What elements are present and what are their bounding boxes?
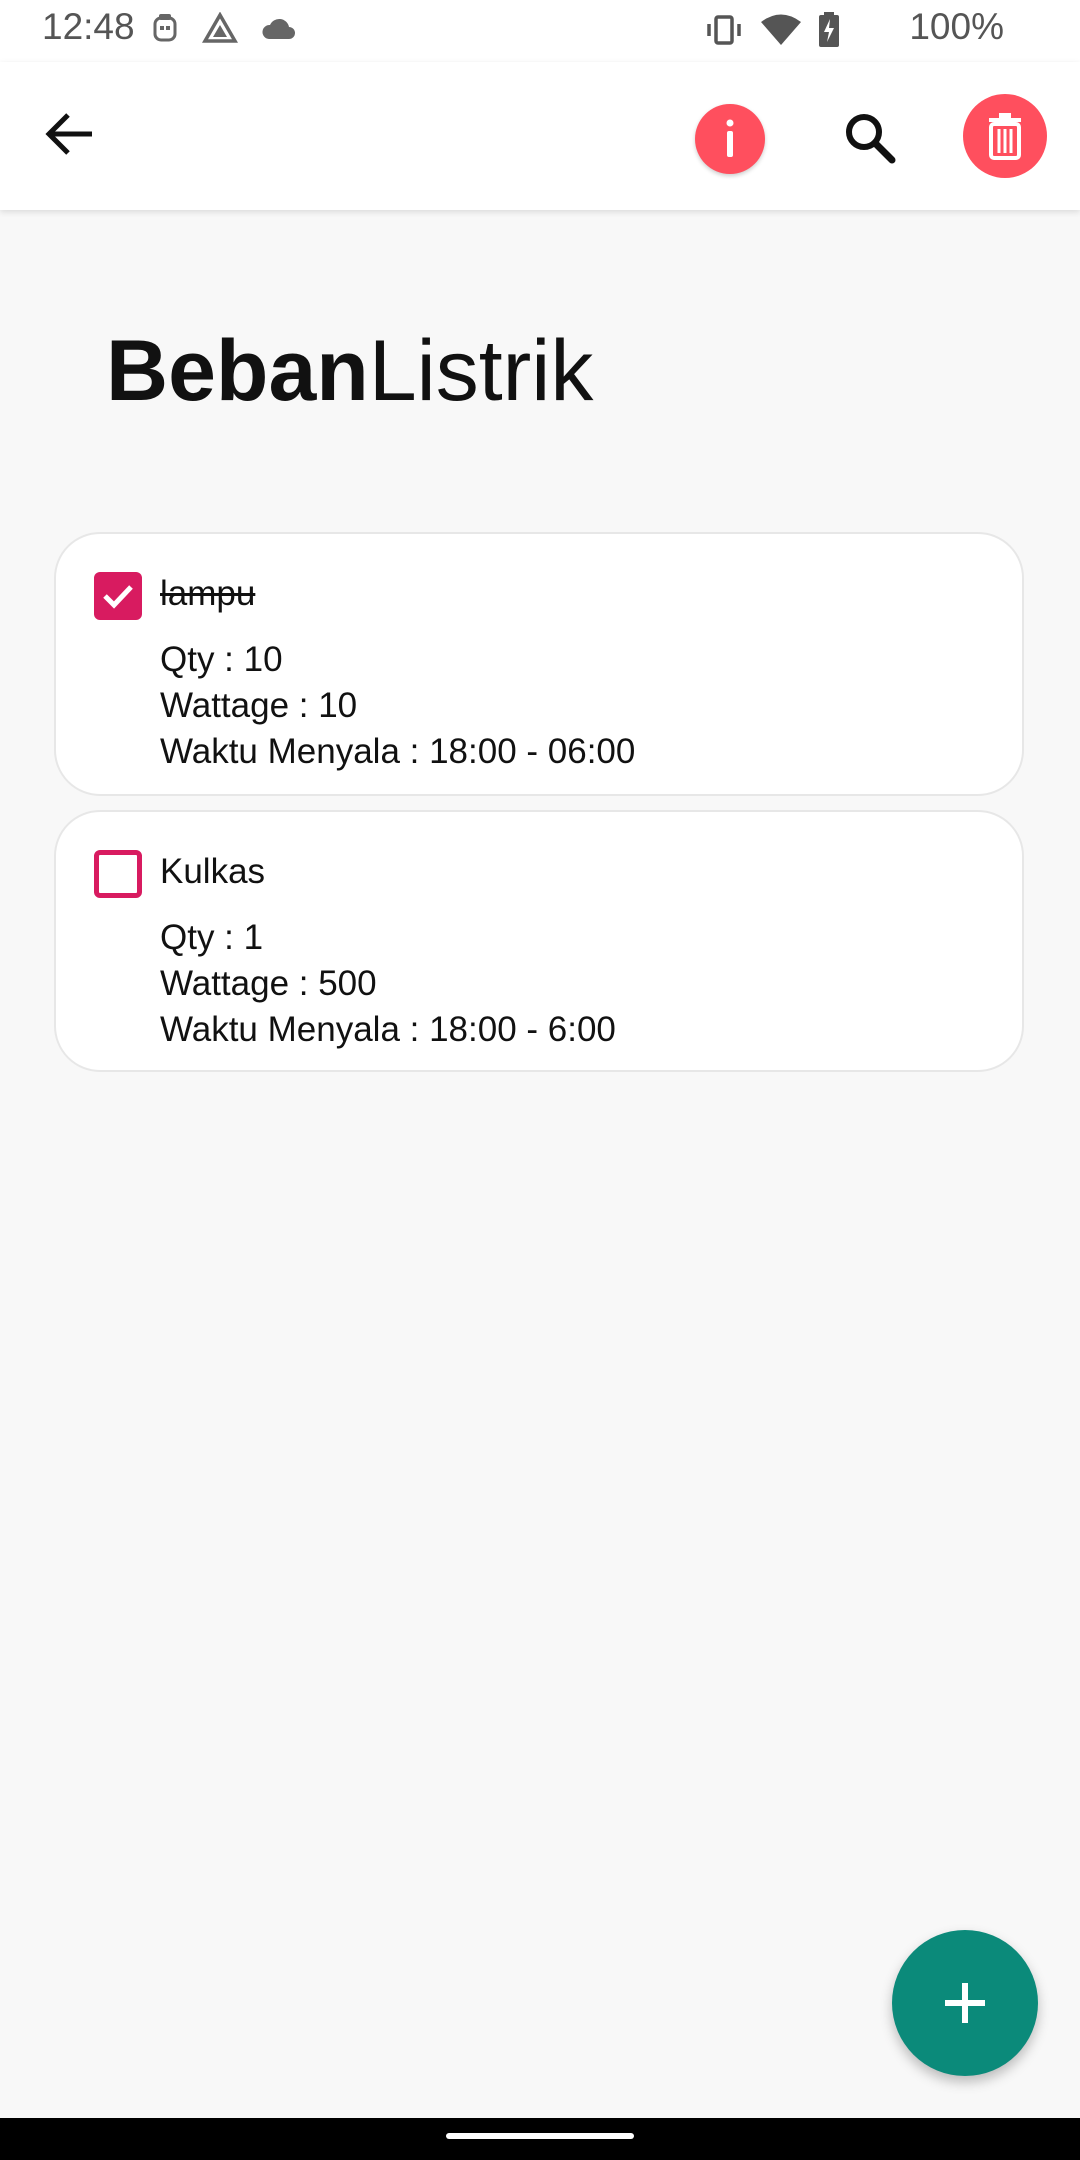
page-title: BebanListrik: [106, 322, 593, 421]
item-checkbox-unchecked[interactable]: [94, 850, 142, 898]
drive-icon: [202, 12, 238, 43]
item-name: lampu: [160, 574, 256, 613]
status-time: 12:48: [42, 6, 135, 47]
home-handle[interactable]: [446, 2133, 634, 2139]
battery-percent: 100%: [909, 6, 1004, 47]
cloud-icon: [262, 18, 295, 39]
check-icon: [103, 585, 133, 609]
item-time: Waktu Menyala : 18:00 - 06:00: [160, 732, 636, 771]
page-title-bold: Beban: [106, 323, 369, 419]
item-name: Kulkas: [160, 852, 266, 891]
item-qty: Qty : 10: [160, 640, 283, 679]
page-title-light: Listrik: [368, 323, 594, 419]
delete-button[interactable]: [963, 94, 1047, 178]
list-item[interactable]: Kulkas Qty : 1 Wattage : 500 Waktu Menya…: [54, 810, 1024, 1072]
status-icons-right: [704, 12, 840, 48]
search-icon: [846, 114, 896, 164]
notification-icon: [153, 14, 177, 42]
app-bar: [0, 62, 1080, 210]
item-checkbox-checked[interactable]: [94, 572, 142, 620]
trash-icon: [989, 113, 1021, 160]
arrow-back-icon: [45, 113, 92, 155]
item-wattage: Wattage : 500: [160, 964, 377, 1003]
plus-icon: [945, 1983, 985, 2023]
search-button[interactable]: [838, 106, 902, 170]
battery-charging-icon: [819, 12, 839, 47]
item-time: Waktu Menyala : 18:00 - 6:00: [160, 1010, 616, 1049]
back-button[interactable]: [38, 102, 102, 166]
info-button[interactable]: [695, 104, 765, 174]
info-icon: [726, 119, 734, 157]
vibrate-icon: [707, 15, 741, 45]
system-nav-bar: [0, 2118, 1080, 2160]
item-wattage: Wattage : 10: [160, 686, 358, 725]
add-item-button[interactable]: [892, 1930, 1038, 2076]
list-item[interactable]: lampu Qty : 10 Wattage : 10 Waktu Menyal…: [54, 532, 1024, 796]
item-qty: Qty : 1: [160, 918, 264, 957]
wifi-icon: [761, 14, 801, 45]
status-bar: 12:48 100%: [0, 0, 1080, 62]
status-icons-left: [150, 12, 298, 46]
